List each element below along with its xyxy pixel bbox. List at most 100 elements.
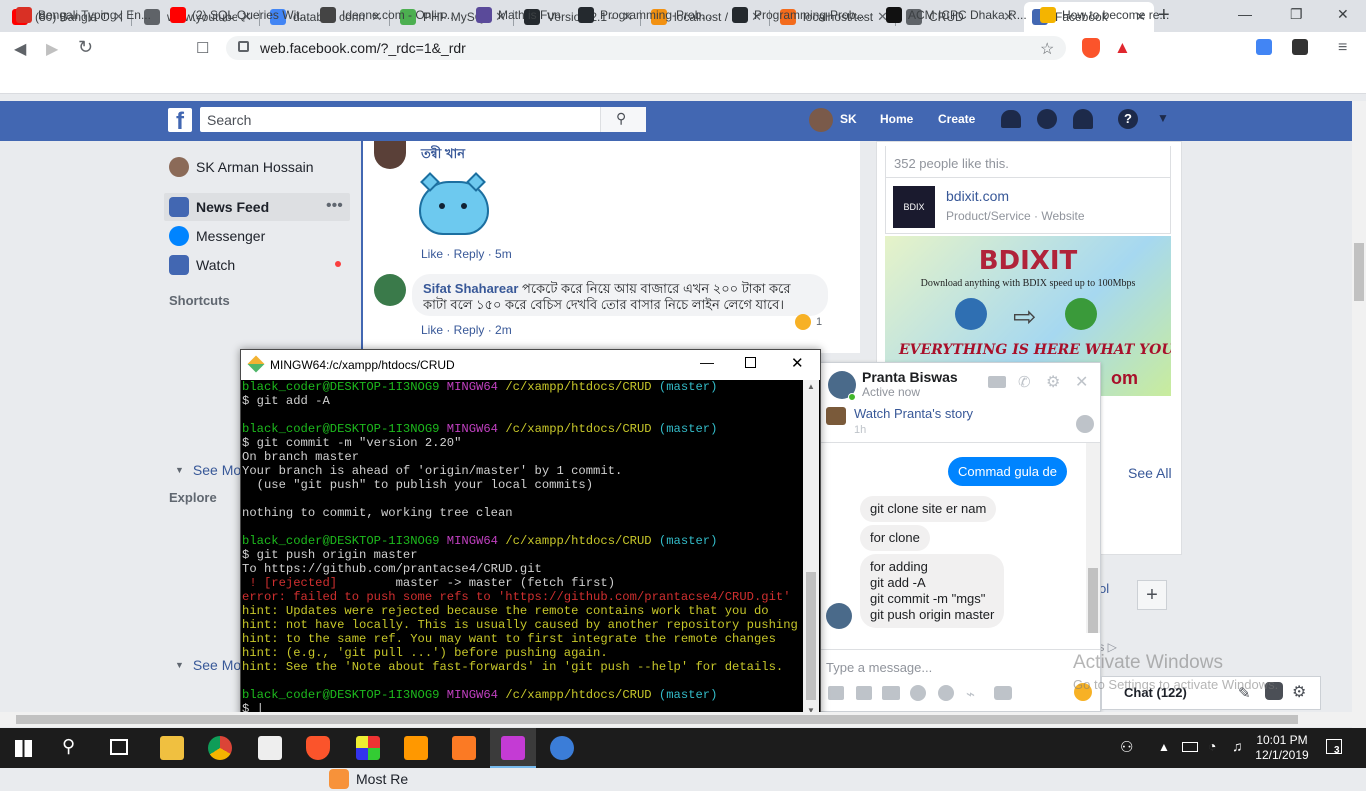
system-clock[interactable]: 10:01 PM 12/1/2019 bbox=[1252, 733, 1312, 763]
page-scrollbar-thumb[interactable] bbox=[1354, 243, 1364, 301]
terminal-close-button[interactable]: ✕ bbox=[791, 354, 804, 372]
facebook-search-input[interactable]: Search bbox=[200, 107, 646, 132]
terminal-minimize-button[interactable]: — bbox=[700, 354, 714, 370]
page-logo-icon[interactable]: BDIX bbox=[893, 186, 935, 228]
see-more-shortcuts-link[interactable]: ▼ See Mo bbox=[175, 458, 241, 482]
sidebar-item-messenger[interactable]: Messenger bbox=[169, 224, 265, 248]
scroll-up-icon[interactable]: ▲ bbox=[807, 382, 815, 391]
bookmark-item[interactable]: Math is Fun bbox=[476, 7, 561, 23]
close-chat-icon[interactable]: ✕ bbox=[1075, 372, 1088, 392]
page-vertical-scrollbar[interactable] bbox=[1352, 101, 1366, 728]
forward-icon[interactable]: ▶ bbox=[46, 39, 58, 59]
bookmark-item[interactable]: Ideone.com - Onlin... bbox=[320, 7, 453, 23]
search-icon[interactable]: ⚲ bbox=[62, 736, 75, 757]
git-bash-taskbar-icon[interactable] bbox=[501, 736, 525, 760]
back-icon[interactable]: ◀ bbox=[14, 39, 26, 59]
reload-icon[interactable]: ↻ bbox=[78, 37, 93, 58]
reaction-count[interactable]: 1 bbox=[816, 316, 822, 328]
friend-requests-icon[interactable] bbox=[1001, 110, 1021, 128]
see-more-explore-link[interactable]: ▼ See Mo bbox=[175, 653, 241, 677]
account-menu-icon[interactable]: ▼ bbox=[1157, 111, 1169, 125]
star-icon[interactable]: ☆ bbox=[1040, 39, 1054, 59]
terminal-scrollbar-thumb[interactable] bbox=[806, 572, 816, 700]
minimize-window-button[interactable]: — bbox=[1238, 6, 1252, 22]
add-language-button[interactable]: + bbox=[1137, 580, 1167, 610]
profile-name-link[interactable]: SK bbox=[840, 112, 857, 126]
brave-shield-icon[interactable] bbox=[1082, 38, 1100, 58]
brave-rewards-icon[interactable]: ▲ bbox=[1114, 38, 1131, 58]
message-input[interactable]: Type a message... bbox=[826, 660, 932, 675]
terminal-titlebar[interactable]: MINGW64:/c/xampp/htdocs/CRUD — ✕ bbox=[241, 350, 820, 380]
xampp-icon[interactable] bbox=[452, 736, 476, 760]
attach-icon[interactable]: ⌁ bbox=[966, 685, 975, 703]
volume-icon[interactable]: ♫ bbox=[1232, 738, 1243, 754]
chrome-icon[interactable] bbox=[208, 736, 232, 760]
people-icon[interactable]: ⚇ bbox=[1120, 738, 1133, 756]
comment-author[interactable]: Sifat Shaharear bbox=[423, 281, 518, 296]
comment-actions[interactable]: Like · Reply · 2m bbox=[421, 323, 512, 337]
bookmark-icon[interactable]: ☐ bbox=[196, 39, 209, 57]
terminal-window[interactable]: MINGW64:/c/xampp/htdocs/CRUD — ✕ black_c… bbox=[240, 349, 821, 719]
bookmark-item[interactable]: Programming-Prob... bbox=[732, 7, 865, 23]
sender-avatar[interactable] bbox=[826, 603, 852, 629]
emoji-icon[interactable] bbox=[910, 685, 926, 701]
more-options-icon[interactable]: ••• bbox=[326, 197, 343, 215]
bookmark-item[interactable]: ACM ICPC Dhaka R... bbox=[886, 7, 1027, 23]
haha-reaction-icon[interactable] bbox=[795, 314, 811, 330]
chat-contact-name[interactable]: Pranta Biswas bbox=[862, 369, 958, 385]
camera-icon[interactable] bbox=[994, 686, 1012, 700]
menu-icon[interactable]: ≡ bbox=[1338, 39, 1347, 57]
comment-actions[interactable]: Like · Reply · 5m bbox=[421, 247, 512, 261]
comment-author[interactable]: তন্বী খান bbox=[421, 145, 465, 166]
profile-avatar[interactable] bbox=[809, 108, 833, 132]
terminal-scrollbar[interactable]: ▲ ▼ bbox=[803, 380, 819, 718]
help-icon[interactable]: ? bbox=[1118, 109, 1138, 129]
home-link[interactable]: Home bbox=[880, 112, 913, 126]
game-icon[interactable] bbox=[938, 685, 954, 701]
sidebar-item-watch[interactable]: Watch bbox=[169, 253, 235, 277]
terminal-maximize-button[interactable] bbox=[745, 357, 756, 368]
messenger-small-icon[interactable] bbox=[1076, 415, 1094, 433]
see-all-link[interactable]: See All bbox=[1128, 465, 1172, 481]
watch-story-link[interactable]: Watch Pranta's story bbox=[854, 406, 973, 421]
commenter-avatar[interactable] bbox=[374, 141, 406, 169]
mail-icon[interactable] bbox=[258, 736, 282, 760]
lock-icon[interactable] bbox=[238, 41, 249, 52]
messenger-icon[interactable] bbox=[1037, 109, 1057, 129]
photo-icon[interactable] bbox=[828, 686, 844, 700]
brave-browser-icon[interactable] bbox=[306, 736, 330, 760]
bookmark-item[interactable]: (2) SQL Queries Wit... bbox=[170, 7, 310, 23]
page-hscroll-thumb[interactable] bbox=[16, 715, 1298, 724]
chat-scrollbar-thumb[interactable] bbox=[1088, 568, 1098, 633]
gif-icon[interactable] bbox=[882, 686, 900, 700]
task-view-icon[interactable] bbox=[110, 739, 128, 755]
settings-icon[interactable]: ⚙ bbox=[1046, 372, 1060, 392]
sublime-text-icon[interactable] bbox=[404, 736, 428, 760]
bookmark-item[interactable]: How to become re... bbox=[1040, 7, 1169, 23]
phone-icon[interactable]: ✆ bbox=[1018, 373, 1031, 391]
create-link[interactable]: Create bbox=[938, 112, 975, 126]
app-icon[interactable] bbox=[356, 736, 380, 760]
facebook-logo-icon[interactable]: f bbox=[168, 108, 192, 135]
bookmark-item[interactable]: Bengali Typing | En... bbox=[16, 7, 151, 23]
extension-icon[interactable] bbox=[1292, 39, 1308, 55]
close-window-button[interactable]: ✕ bbox=[1337, 6, 1349, 23]
commenter-avatar[interactable] bbox=[374, 274, 406, 306]
translate-extension-icon[interactable] bbox=[1256, 39, 1272, 55]
app-taskbar-icon[interactable] bbox=[550, 736, 574, 760]
notifications-icon[interactable] bbox=[1073, 109, 1093, 129]
terminal-output[interactable]: black_coder@DESKTOP-1I3NOG9 MINGW64 /c/x… bbox=[242, 380, 802, 718]
file-explorer-icon[interactable] bbox=[160, 736, 184, 760]
sidebar-item-news-feed[interactable]: News Feed bbox=[169, 195, 269, 219]
sticker-icon[interactable] bbox=[856, 686, 872, 700]
video-call-icon[interactable] bbox=[988, 376, 1006, 388]
windows-start-icon[interactable] bbox=[15, 740, 32, 757]
restore-window-button[interactable]: ❐ bbox=[1290, 6, 1303, 23]
story-thumbnail[interactable] bbox=[826, 407, 846, 425]
wifi-icon[interactable]: ◔ bbox=[1208, 738, 1216, 754]
chevron-up-icon[interactable]: ▲ bbox=[1158, 740, 1170, 754]
battery-icon[interactable] bbox=[1182, 742, 1198, 752]
sidebar-item[interactable]: Most Re bbox=[329, 767, 408, 791]
page-name-link[interactable]: bdixit.com bbox=[946, 188, 1009, 204]
address-bar[interactable]: web.facebook.com/?_rdc=1&_rdr bbox=[226, 36, 1066, 60]
